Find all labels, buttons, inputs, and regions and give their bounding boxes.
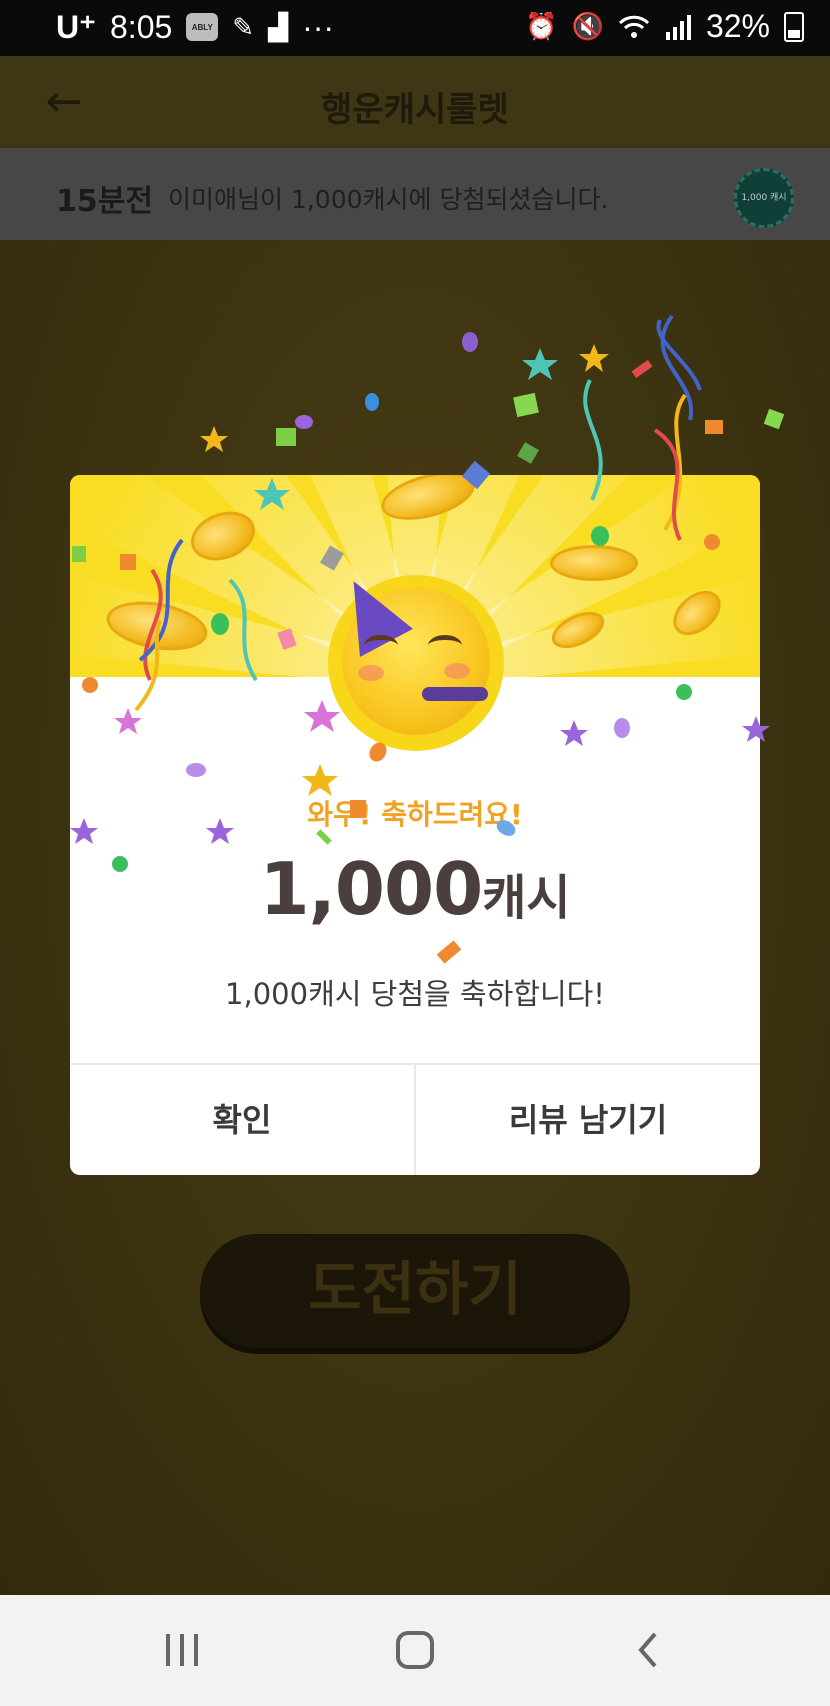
- home-icon[interactable]: [385, 1625, 445, 1675]
- app-bar: ← 행운캐시룰렛: [0, 56, 830, 148]
- coin-icon: [550, 545, 638, 581]
- system-nav-bar: [0, 1595, 830, 1706]
- party-emoji-icon: [327, 567, 504, 751]
- stairs-icon: ▟: [268, 11, 289, 42]
- chip-label: 1,000 캐시: [741, 193, 787, 203]
- page-title: 행운캐시룰렛: [321, 90, 509, 130]
- winner-ticker: 15분전 이미애님이 1,000캐시에 당첨되셨습니다. 1,000 캐시: [0, 148, 830, 240]
- ticker-message: 이미애님이 1,000캐시에 당첨되셨습니다.: [168, 185, 609, 214]
- confirm-button[interactable]: 확인: [70, 1065, 414, 1175]
- write-review-button[interactable]: 리뷰 남기기: [414, 1065, 760, 1175]
- prize-description: 1,000캐시 당첨을 축하합니다!: [225, 977, 605, 1011]
- status-bar: U⁺ 8:05 ABLY ✎ ▟ ··· ⏰ 🔇 32%: [0, 0, 830, 56]
- clock: 8:05: [110, 8, 173, 45]
- alarm-icon: ⏰: [525, 11, 558, 41]
- wifi-icon: [618, 14, 650, 40]
- carrier-label: U⁺: [56, 9, 96, 45]
- more-notifications-icon: ···: [302, 8, 335, 45]
- prize-amount: 1,000캐시: [70, 847, 760, 931]
- recent-apps-icon[interactable]: [152, 1625, 212, 1675]
- battery-percent: 32%: [705, 8, 770, 44]
- ably-app-icon: ABLY: [186, 13, 219, 41]
- mute-icon: 🔇: [571, 11, 604, 41]
- result-dialog: 와우! 축하드려요! 1,000캐시 1,000캐시 당첨을 축하합니다! 확인…: [70, 475, 760, 1175]
- back-chevron-icon[interactable]: [618, 1625, 678, 1675]
- signal-icon: [664, 14, 692, 40]
- cash-chip-icon: 1,000 캐시: [734, 168, 794, 228]
- congrats-text: 와우! 축하드려요!: [307, 798, 523, 831]
- ticker-time: 15분전: [56, 184, 153, 219]
- challenge-button[interactable]: 도전하기: [200, 1234, 630, 1348]
- prize-number: 1,000: [259, 847, 483, 931]
- prize-unit: 캐시: [482, 870, 571, 926]
- feather-icon: ✎: [232, 11, 255, 42]
- dialog-actions: 확인 리뷰 남기기: [70, 1063, 760, 1175]
- battery-icon: [784, 11, 804, 42]
